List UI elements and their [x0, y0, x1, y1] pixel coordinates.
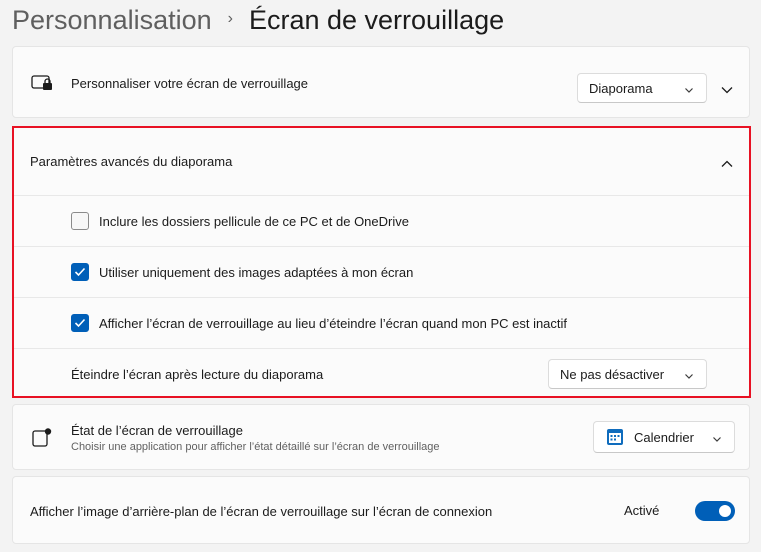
- background-signin-toggle[interactable]: [695, 501, 735, 521]
- personalize-lock-screen-label: Personnaliser votre écran de verrouillag…: [71, 75, 309, 91]
- breadcrumb: Personnalisation › Écran de verrouillage: [12, 2, 504, 38]
- personalize-lock-screen-card: Personnaliser votre écran de verrouillag…: [12, 46, 750, 118]
- checkmark-icon: [74, 318, 86, 328]
- turn-off-screen-label: Éteindre l’écran après lecture du diapor…: [71, 366, 324, 382]
- personalize-type-value: Diaporama: [589, 80, 653, 96]
- include-camera-roll-checkbox[interactable]: [71, 212, 89, 230]
- include-camera-roll-label: Inclure les dossiers pellicule de ce PC …: [99, 213, 409, 229]
- slideshow-advanced-title: Paramètres avancés du diaporama: [30, 153, 233, 169]
- turn-off-screen-value: Ne pas désactiver: [560, 366, 665, 382]
- chevron-down-icon: [684, 83, 694, 98]
- show-lock-screen-inactive-label: Afficher l’écran de verrouillage au lieu…: [99, 315, 568, 331]
- lock-status-app-value: Calendrier: [634, 429, 694, 445]
- slideshow-advanced-header[interactable]: Paramètres avancés du diaporama: [13, 127, 749, 195]
- breadcrumb-separator-icon: ›: [227, 10, 233, 27]
- toggle-knob: [719, 505, 731, 517]
- option-row-include-camera-roll[interactable]: Inclure les dossiers pellicule de ce PC …: [13, 196, 749, 246]
- personalize-type-dropdown[interactable]: Diaporama: [577, 73, 707, 103]
- background-signin-card: Afficher l’image d’arrière-plan de l’écr…: [12, 476, 750, 544]
- fit-screen-images-checkbox[interactable]: [71, 263, 89, 281]
- lock-status-description: Choisir une application pour afficher l’…: [71, 441, 440, 453]
- slideshow-advanced-card: Paramètres avancés du diaporama Inclure …: [12, 126, 750, 398]
- lock-status-label: État de l’écran de verrouillage: [71, 423, 243, 438]
- collapse-chevron-icon[interactable]: [720, 156, 734, 167]
- chevron-down-icon: [712, 432, 722, 447]
- lock-status-card: État de l’écran de verrouillage Choisir …: [12, 404, 750, 470]
- calendar-icon: [606, 428, 624, 446]
- expand-chevron-icon[interactable]: [720, 82, 734, 94]
- checkmark-icon: [74, 267, 86, 277]
- turn-off-screen-dropdown[interactable]: Ne pas désactiver: [548, 359, 707, 389]
- page-title: Écran de verrouillage: [248, 4, 505, 35]
- fit-screen-images-label: Utiliser uniquement des images adaptées …: [99, 264, 414, 280]
- background-signin-state: Activé: [624, 503, 660, 518]
- lock-status-icon: [32, 428, 52, 448]
- breadcrumb-parent-link[interactable]: Personnalisation: [12, 5, 212, 36]
- option-row-show-lock-screen-inactive[interactable]: Afficher l’écran de verrouillage au lieu…: [13, 298, 749, 348]
- background-signin-label: Afficher l’image d’arrière-plan de l’écr…: [30, 503, 493, 519]
- lock-screen-icon: [31, 73, 53, 93]
- option-row-fit-screen-images[interactable]: Utiliser uniquement des images adaptées …: [13, 247, 749, 297]
- lock-status-app-dropdown[interactable]: Calendrier: [593, 421, 735, 453]
- chevron-down-icon: [684, 369, 694, 384]
- show-lock-screen-inactive-checkbox[interactable]: [71, 314, 89, 332]
- lock-status-text: État de l’écran de verrouillage Choisir …: [71, 423, 440, 453]
